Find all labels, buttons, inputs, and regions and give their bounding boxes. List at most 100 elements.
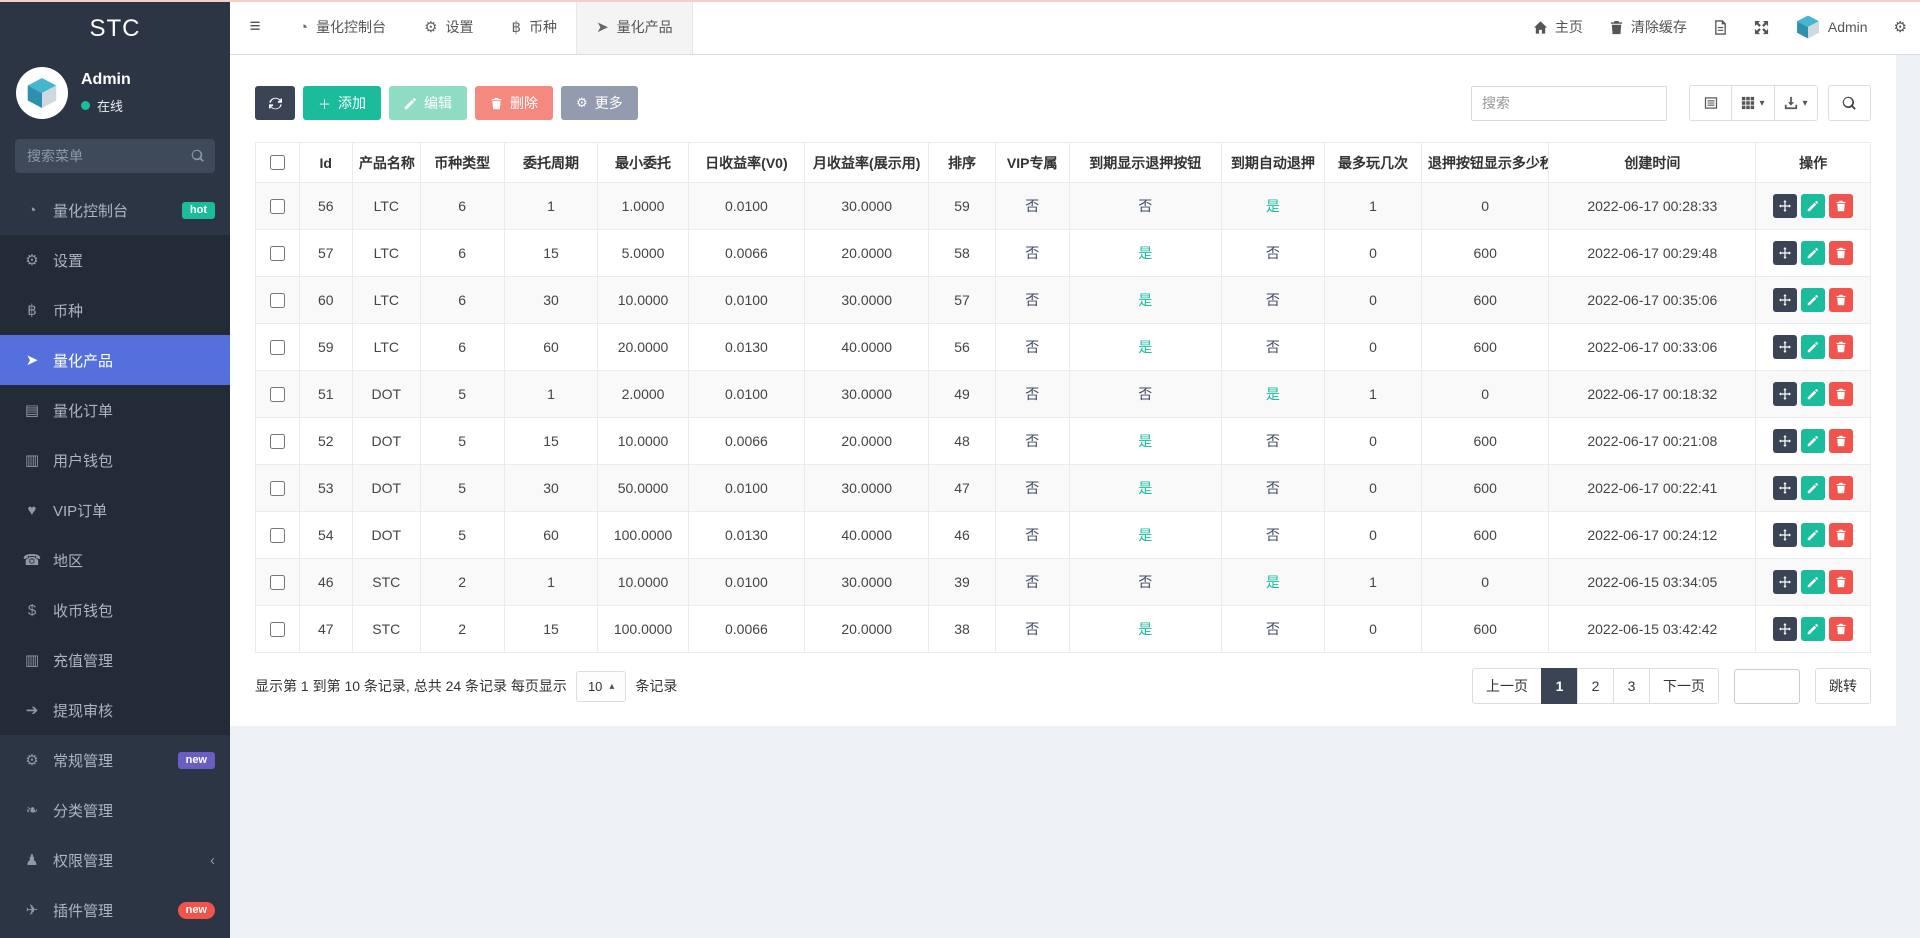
nav-tab[interactable]: ◔量化控制台 [280, 0, 405, 54]
row-delete-button[interactable] [1829, 429, 1853, 453]
sidebar-item[interactable]: ◔量化控制台hot [0, 185, 230, 235]
row-edit-button[interactable] [1801, 288, 1825, 312]
sidebar-toggle-button[interactable]: ≡ [230, 0, 280, 54]
row-move-button[interactable] [1773, 429, 1797, 453]
nav-tab[interactable]: ⚙设置 [405, 0, 492, 54]
sidebar-item[interactable]: ♥VIP订单 [0, 485, 230, 535]
columns-button[interactable]: ▾ [1732, 85, 1775, 121]
row-checkbox[interactable] [270, 622, 285, 637]
row-checkbox[interactable] [270, 387, 285, 402]
column-header[interactable]: 最多玩几次 [1325, 143, 1422, 183]
nav-tab[interactable]: ฿币种 [493, 0, 577, 54]
row-edit-button[interactable] [1801, 617, 1825, 641]
prev-page-button[interactable]: 上一页 [1472, 668, 1542, 704]
row-move-button[interactable] [1773, 241, 1797, 265]
add-button[interactable]: ＋ 添加 [303, 86, 381, 120]
edit-button[interactable]: 编辑 [389, 86, 467, 120]
column-header[interactable]: 排序 [929, 143, 995, 183]
column-header[interactable]: 退押按钮显示多少秒 [1421, 143, 1549, 183]
export-button[interactable]: ▾ [1775, 85, 1818, 121]
row-edit-button[interactable] [1801, 241, 1825, 265]
row-edit-button[interactable] [1801, 476, 1825, 500]
row-delete-button[interactable] [1829, 335, 1853, 359]
row-delete-button[interactable] [1829, 241, 1853, 265]
sidebar-item[interactable]: ♟权限管理‹ [0, 835, 230, 885]
column-header[interactable]: 日收益率(V0) [688, 143, 804, 183]
delete-button[interactable]: 删除 [475, 86, 553, 120]
row-checkbox[interactable] [270, 481, 285, 496]
column-header[interactable]: 月收益率(展示用) [805, 143, 929, 183]
row-delete-button[interactable] [1829, 523, 1853, 547]
page-size-select[interactable]: 10 ▴ [576, 671, 627, 702]
column-header[interactable]: 最小委托 [598, 143, 688, 183]
row-delete-button[interactable] [1829, 194, 1853, 218]
row-move-button[interactable] [1773, 335, 1797, 359]
user-menu[interactable]: Admin [1782, 0, 1881, 54]
row-checkbox[interactable] [270, 199, 285, 214]
column-header[interactable]: 产品名称 [352, 143, 420, 183]
row-edit-button[interactable] [1801, 570, 1825, 594]
row-move-button[interactable] [1773, 476, 1797, 500]
row-edit-button[interactable] [1801, 335, 1825, 359]
sidebar-item[interactable]: ❧分类管理 [0, 785, 230, 835]
select-all-checkbox[interactable] [270, 155, 285, 170]
nav-tab[interactable]: ➤量化产品 [576, 0, 693, 54]
column-header[interactable]: 操作 [1756, 143, 1871, 183]
sidebar-item[interactable]: ✈插件管理new [0, 885, 230, 935]
page-number-button[interactable]: 1 [1541, 668, 1578, 704]
row-delete-button[interactable] [1829, 617, 1853, 641]
sidebar-item[interactable]: ⚙常规管理new [0, 735, 230, 785]
column-header[interactable]: 创建时间 [1549, 143, 1756, 183]
row-move-button[interactable] [1773, 617, 1797, 641]
column-header[interactable]: Id [299, 143, 352, 183]
sidebar-item[interactable]: ➔提现审核 [0, 685, 230, 735]
clear-cache-link[interactable]: 清除缓存 [1596, 0, 1700, 54]
row-edit-button[interactable] [1801, 382, 1825, 406]
sidebar-item[interactable]: ☎地区 [0, 535, 230, 585]
sidebar-item[interactable]: ⚙设置 [0, 235, 230, 285]
more-button[interactable]: ⚙ 更多 [561, 86, 638, 120]
row-edit-button[interactable] [1801, 194, 1825, 218]
row-checkbox[interactable] [270, 246, 285, 261]
settings-menu-button[interactable]: ⚙ [1881, 0, 1920, 54]
fullscreen-button[interactable] [1741, 0, 1782, 54]
row-edit-button[interactable] [1801, 429, 1825, 453]
column-header[interactable]: 到期自动退押 [1221, 143, 1324, 183]
row-checkbox[interactable] [270, 528, 285, 543]
sidebar-item[interactable]: ➤量化产品 [0, 335, 230, 385]
row-checkbox[interactable] [270, 434, 285, 449]
column-header[interactable]: 到期显示退押按钮 [1069, 143, 1221, 183]
toggle-view-button[interactable] [1689, 85, 1732, 121]
row-edit-button[interactable] [1801, 523, 1825, 547]
row-delete-button[interactable] [1829, 382, 1853, 406]
page-number-button[interactable]: 3 [1613, 668, 1650, 704]
column-header[interactable]: 委托周期 [504, 143, 598, 183]
table-search-input[interactable] [1471, 86, 1667, 121]
row-move-button[interactable] [1773, 194, 1797, 218]
row-checkbox[interactable] [270, 340, 285, 355]
refresh-button[interactable] [255, 86, 295, 120]
sidebar-item[interactable]: ▥充值管理 [0, 635, 230, 685]
page-number-button[interactable]: 2 [1577, 668, 1614, 704]
search-submit-button[interactable] [1828, 85, 1871, 121]
sidebar-item[interactable]: ฿币种 [0, 285, 230, 335]
sidebar-item[interactable]: ▤量化订单 [0, 385, 230, 435]
row-delete-button[interactable] [1829, 476, 1853, 500]
jump-button[interactable]: 跳转 [1815, 668, 1871, 704]
row-move-button[interactable] [1773, 382, 1797, 406]
jump-page-input[interactable] [1734, 669, 1800, 704]
next-page-button[interactable]: 下一页 [1649, 668, 1719, 704]
row-move-button[interactable] [1773, 523, 1797, 547]
home-link[interactable]: 主页 [1520, 0, 1596, 54]
row-checkbox[interactable] [270, 293, 285, 308]
column-header[interactable]: 币种类型 [420, 143, 504, 183]
row-checkbox[interactable] [270, 575, 285, 590]
row-move-button[interactable] [1773, 570, 1797, 594]
sidebar-item[interactable]: ▥用户钱包 [0, 435, 230, 485]
row-delete-button[interactable] [1829, 570, 1853, 594]
row-delete-button[interactable] [1829, 288, 1853, 312]
log-file-button[interactable] [1700, 0, 1741, 54]
column-header[interactable]: VIP专属 [995, 143, 1069, 183]
row-move-button[interactable] [1773, 288, 1797, 312]
sidebar-search-input[interactable] [15, 139, 215, 173]
